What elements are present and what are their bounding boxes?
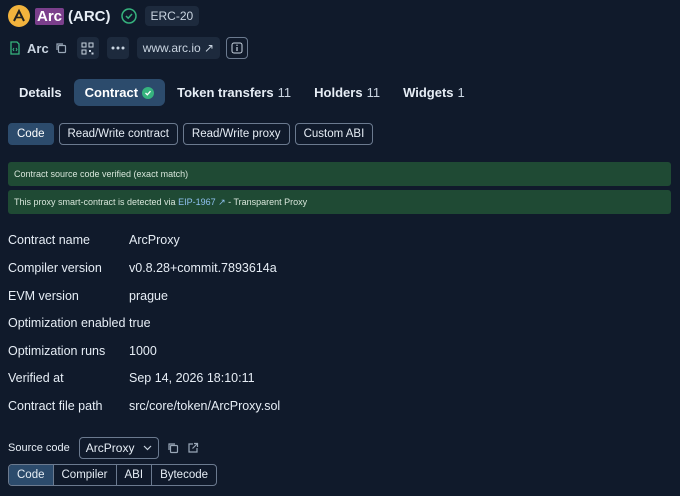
open-external-icon[interactable] xyxy=(187,442,199,454)
tab-count: 11 xyxy=(366,85,381,100)
info-icon xyxy=(231,42,243,54)
tab-label: Details xyxy=(19,85,62,100)
shield-check-icon xyxy=(120,8,137,24)
detail-key: Contract file path xyxy=(8,399,103,413)
qr-code-icon xyxy=(81,42,94,54)
tab-label: Widgets xyxy=(403,85,454,100)
copy-icon[interactable] xyxy=(55,42,67,54)
copy-icon[interactable] xyxy=(167,442,179,454)
detail-row: Optimization runs 1000 xyxy=(8,343,157,359)
eip-link[interactable]: EIP-1967 ↗ xyxy=(178,197,226,207)
detail-row: EVM version prague xyxy=(8,288,168,304)
main-tabs: Details Contract Token transfers 11 Holde… xyxy=(8,79,477,106)
source-file-select[interactable]: ArcProxy xyxy=(78,437,160,459)
detail-value: v0.8.28+commit.7893614a xyxy=(129,261,277,275)
tab-label: Contract xyxy=(84,85,139,100)
detail-value: true xyxy=(129,316,151,330)
verified-notice-text: Contract source code verified (exact mat… xyxy=(14,169,189,179)
chevron-down-icon xyxy=(144,445,152,451)
contract-subtabs: Code Read/Write contract Read/Write prox… xyxy=(8,123,378,145)
tab-code[interactable]: Code xyxy=(9,465,54,485)
tab-count: 1 xyxy=(457,85,465,100)
detail-key: Verified at xyxy=(8,371,64,385)
arrow-up-right-icon: ↗ xyxy=(200,41,215,55)
detail-value: prague xyxy=(129,289,168,303)
detail-value: src/core/token/ArcProxy.sol xyxy=(129,399,281,413)
tab-count: 11 xyxy=(277,85,292,100)
source-file-selected: ArcProxy xyxy=(85,441,135,455)
detail-value: Sep 14, 2026 18:10:11 xyxy=(129,371,255,385)
code-view-tabs: Code Compiler ABI Bytecode xyxy=(8,464,218,486)
detail-key: Optimization enabled xyxy=(8,316,126,330)
token-symbol: (ARC) xyxy=(68,7,111,25)
source-code-bar: Source code ArcProxy xyxy=(8,437,199,459)
subtab-read-write-contract[interactable]: Read/Write contract xyxy=(58,123,178,145)
tab-contract[interactable]: Contract xyxy=(73,79,166,106)
info-button[interactable] xyxy=(226,37,249,59)
tab-details[interactable]: Details xyxy=(8,79,73,106)
more-dots-icon xyxy=(111,46,125,50)
eip-link-text: EIP-1967 xyxy=(178,197,216,207)
detail-row: Contract file path src/core/token/ArcProx… xyxy=(8,398,280,414)
file-code-icon xyxy=(10,41,20,55)
arc-logo xyxy=(8,5,30,27)
detail-row: Verified at Sep 14, 2026 18:10:11 xyxy=(8,370,255,386)
tab-widgets[interactable]: Widgets 1 xyxy=(392,79,476,106)
detail-key: EVM version xyxy=(8,289,79,303)
address-bar: Arc www.arc.io ↗ xyxy=(8,37,249,59)
detail-row: Optimization enabled true xyxy=(8,315,151,331)
detail-value: ArcProxy xyxy=(129,233,180,247)
proxy-notice-suffix: - Transparent Proxy xyxy=(225,197,308,207)
address-label[interactable]: Arc xyxy=(27,41,49,56)
tab-label: Holders xyxy=(314,85,363,100)
more-button[interactable] xyxy=(106,37,129,59)
source-code-label: Source code xyxy=(8,442,70,454)
proxy-notice-prefix: This proxy smart-contract is detected vi… xyxy=(14,197,179,207)
tab-abi[interactable]: ABI xyxy=(117,465,153,485)
check-circle-icon xyxy=(142,86,155,99)
tab-holders[interactable]: Holders 11 xyxy=(303,79,391,106)
detail-key: Contract name xyxy=(8,233,90,247)
token-header: Arc (ARC) ERC-20 xyxy=(8,4,200,28)
standard-badge: ERC-20 xyxy=(144,6,200,26)
tab-bytecode[interactable]: Bytecode xyxy=(152,465,216,485)
subtab-code[interactable]: Code xyxy=(8,123,54,145)
subtab-custom-abi[interactable]: Custom ABI xyxy=(294,123,374,145)
website-link[interactable]: www.arc.io ↗ xyxy=(136,37,221,59)
proxy-notice: This proxy smart-contract is detected vi… xyxy=(8,190,671,214)
detail-key: Compiler version xyxy=(8,261,102,275)
website-url: www.arc.io xyxy=(142,41,201,55)
verified-notice: Contract source code verified (exact mat… xyxy=(8,162,671,186)
tab-token-transfers[interactable]: Token transfers 11 xyxy=(166,79,302,106)
arrow-up-right-icon: ↗ xyxy=(215,197,226,207)
subtab-read-write-proxy[interactable]: Read/Write proxy xyxy=(182,123,290,145)
qr-code-button[interactable] xyxy=(76,37,99,59)
detail-row: Contract name ArcProxy xyxy=(8,232,180,248)
detail-value: 1000 xyxy=(129,344,157,358)
token-name: Arc xyxy=(35,7,65,25)
tab-compiler[interactable]: Compiler xyxy=(54,465,117,485)
tab-label: Token transfers xyxy=(177,85,274,100)
detail-key: Optimization runs xyxy=(8,344,106,358)
detail-row: Compiler version v0.8.28+commit.7893614a xyxy=(8,260,277,276)
